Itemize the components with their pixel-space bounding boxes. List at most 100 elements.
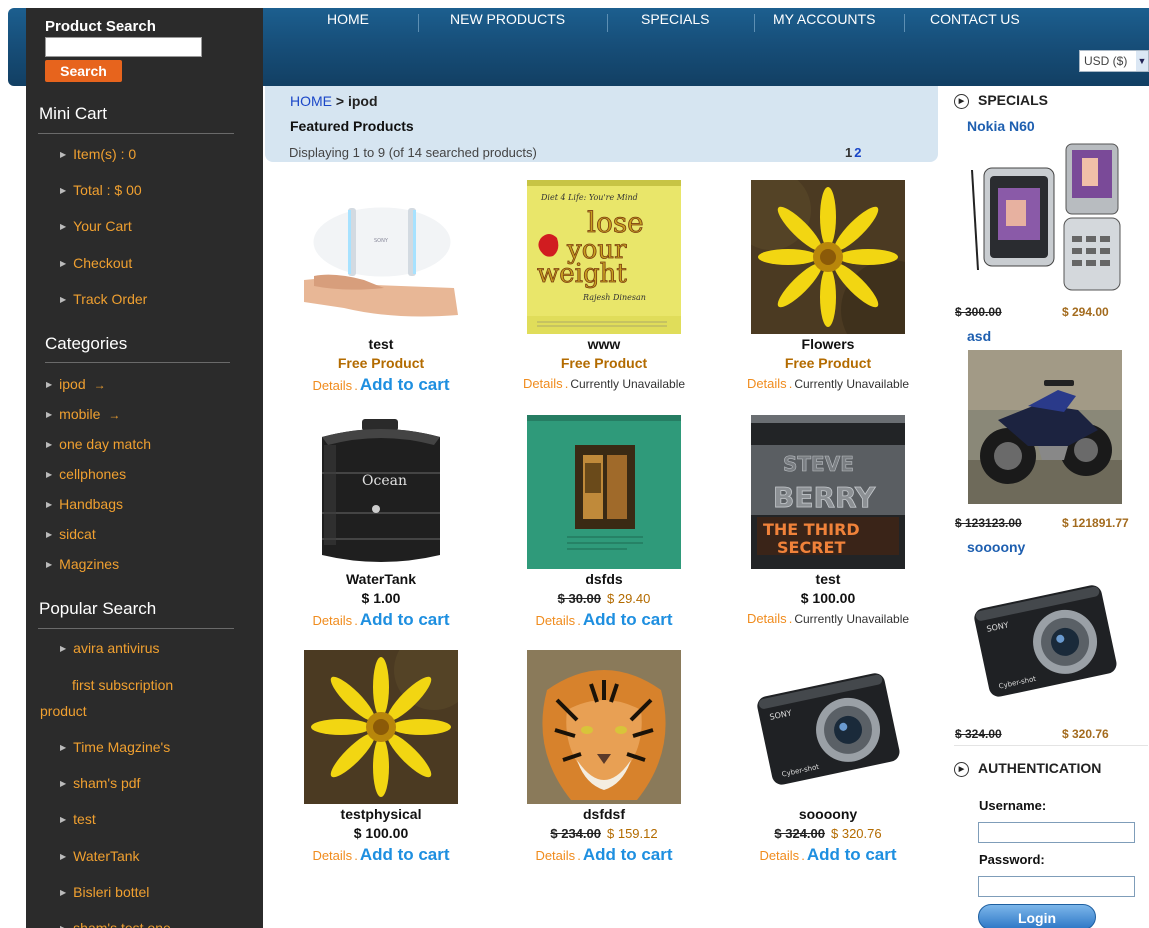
nav-home[interactable]: HOME [327,8,369,30]
product-actions: Details. Currently Unavailable [713,610,943,628]
popular-first-subscription[interactable]: first subscription [72,677,173,693]
category-cellphones[interactable]: ▶ cellphones [46,466,126,482]
product-image[interactable] [751,180,905,334]
special-item-name[interactable]: soooony [967,539,1025,555]
category-handbags[interactable]: ▶ Handbags [46,496,123,512]
nav-contact-us[interactable]: CONTACT US [930,8,1020,30]
breadcrumb: HOME > ipod [290,93,378,109]
sale-price: $ 320.76 [831,826,882,841]
search-input[interactable] [45,37,202,57]
bullet-triangle-icon: ▶ [46,500,53,509]
free-product-label: Free Product [784,355,872,371]
authentication-heading: ▶ AUTHENTICATION [954,760,1101,777]
popular-shams-test-one[interactable]: ▶sham's test one [60,920,171,928]
unavailable-label: Currently Unavailable [794,377,910,391]
add-to-cart-link[interactable]: Add to cart [583,610,673,629]
special-old-price: $ 300.00 [955,305,1002,319]
details-link[interactable]: Details [312,378,352,393]
bullet-triangle-icon: ▶ [46,380,53,389]
product-price: Free Product [713,355,943,371]
details-link[interactable]: Details [312,613,352,628]
popular-test[interactable]: ▶ test [60,811,96,827]
add-to-cart-link[interactable]: Add to cart [360,375,450,394]
popular-shams-pdf[interactable]: ▶ sham's pdf [60,775,140,791]
add-to-cart-link[interactable]: Add to cart [583,845,673,864]
add-to-cart-link[interactable]: Add to cart [360,845,450,864]
username-field[interactable] [978,822,1135,843]
product-name: test [815,571,841,587]
product-image[interactable] [527,650,681,804]
currency-select[interactable]: USD ($) ▼ [1079,50,1149,72]
nav-divider [904,14,905,32]
category-magzines[interactable]: ▶ Magzines [46,556,119,572]
password-field[interactable] [978,876,1135,897]
free-product-label: Free Product [337,355,425,371]
free-product-label: Free Product [560,355,648,371]
nav-specials[interactable]: SPECIALS [641,8,709,30]
product-name: test [368,336,394,352]
category-mobile[interactable]: ▶ mobile → [46,406,120,422]
details-link[interactable]: Details [759,848,799,863]
svg-text:BERRY: BERRY [773,481,876,514]
breadcrumb-home-link[interactable]: HOME [290,93,332,109]
product-price: Free Product [489,355,719,371]
nav-new-products[interactable]: NEW PRODUCTS [450,8,565,30]
details-link[interactable]: Details [312,848,352,863]
bullet-triangle-icon: ▶ [46,530,53,539]
special-item-image[interactable] [966,140,1122,292]
minicart-items[interactable]: ▶ Item(s) : 0 [60,146,136,162]
special-old-price: $ 324.00 [955,727,1002,741]
category-sidcat[interactable]: ▶ sidcat [46,526,96,542]
page: { "search": { "title": "Product Search",… [0,0,1149,928]
minicart-checkout[interactable]: ▶ Checkout [60,255,132,271]
details-link[interactable]: Details [535,848,575,863]
separator: . [354,848,358,863]
add-to-cart-link[interactable]: Add to cart [807,845,897,864]
add-to-cart-link[interactable]: Add to cart [360,610,450,629]
minicart-total[interactable]: ▶ Total : $ 00 [60,182,142,198]
special-item-image[interactable] [968,350,1122,504]
popular-watertank[interactable]: ▶ WaterTank [60,848,140,864]
product-image[interactable] [304,650,458,804]
separator: . [354,378,358,393]
minicart-your-cart[interactable]: ▶ Your Cart [60,218,132,234]
special-item-name[interactable]: Nokia N60 [967,118,1035,134]
special-sale-price: $ 320.76 [1062,727,1109,741]
product-image[interactable]: SONY Cyber-shot [751,650,905,804]
details-link[interactable]: Details [535,613,575,628]
product-image[interactable]: Diet 4 Life: You're Mind lose your weigh… [527,180,681,334]
nav-divider [754,14,755,32]
product-image[interactable]: SONY [304,180,458,334]
product-image[interactable]: STEVE BERRY THE THIRD SECRET [751,415,905,569]
product-price: $ 100.00 [353,825,409,841]
search-button[interactable]: Search [45,60,122,82]
product-name: www [587,336,621,352]
details-link[interactable]: Details [747,376,787,391]
separator: . [354,613,358,628]
special-item-name[interactable]: asd [967,328,991,344]
mini-cart-title: Mini Cart [39,104,108,123]
details-link[interactable]: Details [747,611,787,626]
product-image[interactable] [527,415,681,569]
popular-bisleri-bottel[interactable]: ▶ Bisleri bottel [60,884,149,900]
special-item-image[interactable]: SONY Cyber-shot [968,562,1122,716]
popular-product[interactable]: product [40,703,87,719]
bullet-triangle-icon: ▶ [60,644,67,653]
popular-avira-antivirus[interactable]: ▶ avira antivirus [60,640,160,656]
login-button[interactable]: Login [978,904,1096,928]
separator: . [577,848,581,863]
product-image[interactable]: Ocean [304,415,458,569]
popular-time-magzines[interactable]: ▶ Time Magzine's [60,739,170,755]
bullet-triangle-icon: ▶ [60,259,67,268]
category-ipod[interactable]: ▶ ipod → [46,376,106,392]
featured-products-title: Featured Products [290,118,414,134]
username-label: Username: [979,798,1047,813]
category-one-day-match[interactable]: ▶ one day match [46,436,151,452]
product-name: Flowers [801,336,855,352]
svg-text:STEVE: STEVE [783,452,854,476]
nav-my-accounts[interactable]: MY ACCOUNTS [773,8,875,30]
page-2-link[interactable]: 2 [854,145,861,160]
minicart-track-order[interactable]: ▶ Track Order [60,291,147,307]
details-link[interactable]: Details [523,376,563,391]
bullet-triangle-icon: ▶ [46,410,53,419]
